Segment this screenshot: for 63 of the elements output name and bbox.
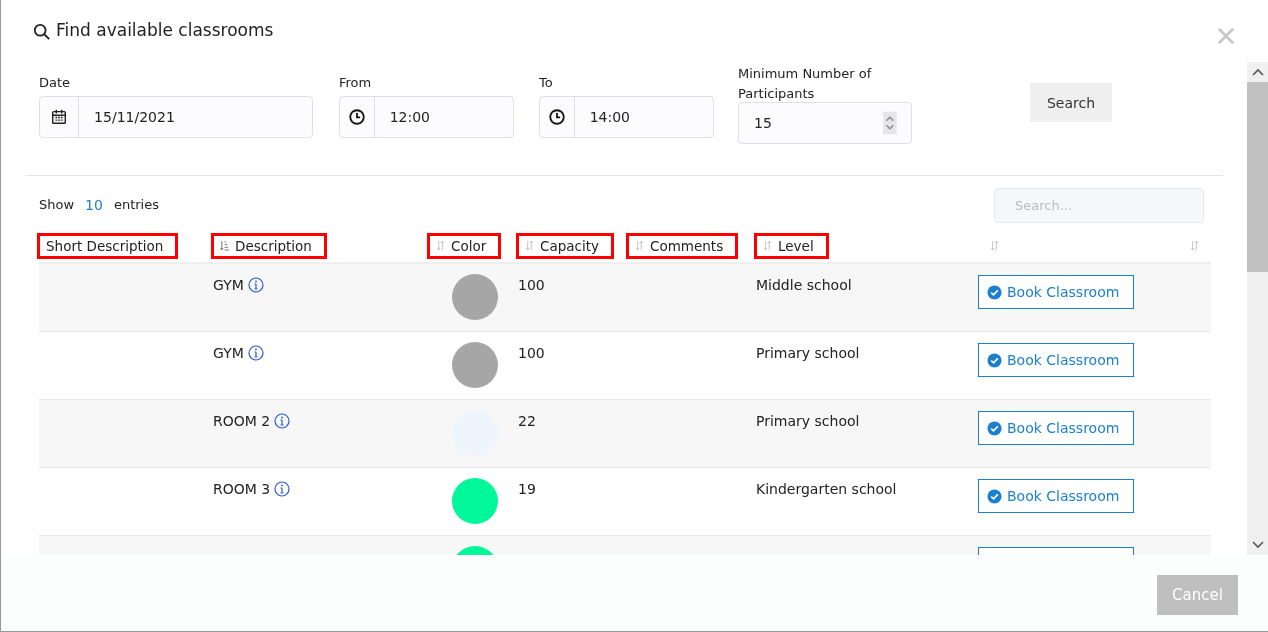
dialog-title: Find available classrooms	[56, 20, 274, 40]
book-classroom-button[interactable]: Book Classroom	[978, 343, 1134, 377]
time-input[interactable]: 12:00	[374, 97, 513, 137]
clock-icon	[347, 108, 366, 126]
table-cell: 19	[518, 481, 536, 497]
sort-icon	[1190, 240, 1199, 251]
show-label: Show	[39, 197, 75, 213]
table-cell: Middle school	[756, 277, 852, 293]
column-header[interactable]: Level	[778, 237, 814, 254]
column-header[interactable]: Comments	[650, 237, 724, 254]
sort-ascending-icon	[220, 240, 229, 251]
number-input[interactable]: 15	[739, 114, 884, 132]
sort-icon	[436, 240, 445, 251]
column-header[interactable]: Color	[451, 237, 487, 254]
check-circle-icon	[987, 352, 1002, 368]
table-cell: GYM	[213, 345, 244, 361]
table-cell: Kindergarten school	[756, 481, 897, 497]
time-field[interactable]: 14:00	[539, 96, 714, 138]
table-cell: ROOM 3	[213, 481, 271, 497]
info-icon	[247, 277, 264, 293]
check-circle-icon	[987, 420, 1002, 436]
table-cell: 100	[518, 277, 545, 293]
scroll-up-icon[interactable]	[1251, 68, 1264, 76]
book-classroom-button[interactable]: Book Classroom	[978, 411, 1134, 445]
entries-label: entries	[113, 197, 159, 213]
sort-icon	[763, 240, 772, 251]
date-field[interactable]: 15/11/2021	[39, 96, 313, 138]
search-button[interactable]: Search	[1030, 83, 1112, 122]
info-icon	[274, 413, 291, 429]
field-label: Date	[39, 74, 72, 92]
sort-icon	[990, 240, 999, 251]
scrollbar[interactable]	[1247, 62, 1268, 555]
scroll-down-icon[interactable]	[1251, 541, 1264, 549]
field-label: Minimum Number of Participants	[738, 65, 873, 103]
calendar-icon	[50, 108, 69, 126]
check-circle-icon	[987, 488, 1002, 504]
entries-select[interactable]: 10	[85, 197, 103, 213]
table-search-field[interactable]: Search...	[994, 187, 1204, 223]
column-header[interactable]: Description	[235, 237, 312, 254]
table-cell: 100	[518, 345, 545, 361]
date-input[interactable]: 15/11/2021	[79, 97, 312, 137]
book-classroom-button[interactable]: Book Classroom	[978, 275, 1134, 309]
number-field[interactable]: 15	[738, 102, 912, 144]
sort-icon	[525, 240, 534, 251]
info-icon	[274, 481, 291, 497]
field-label: To	[539, 74, 554, 92]
column-header[interactable]: Capacity	[540, 237, 599, 254]
table-cell: 22	[518, 413, 536, 429]
field-label: From	[339, 74, 373, 92]
time-input[interactable]: 14:00	[574, 97, 713, 137]
clock-icon	[547, 108, 566, 126]
spinner-icon	[883, 111, 897, 135]
sort-icon	[635, 240, 644, 251]
search-icon	[33, 23, 51, 41]
book-classroom-button[interactable]: Book Classroom	[978, 479, 1134, 513]
table-cell: Primary school	[756, 345, 860, 361]
info-icon	[247, 345, 264, 361]
check-circle-icon	[987, 284, 1002, 300]
table-cell: GYM	[213, 277, 244, 293]
column-header[interactable]: Short Description	[46, 237, 164, 254]
table-cell: Primary school	[756, 413, 860, 429]
table-cell: ROOM 2	[213, 413, 271, 429]
time-field[interactable]: 12:00	[339, 96, 514, 138]
